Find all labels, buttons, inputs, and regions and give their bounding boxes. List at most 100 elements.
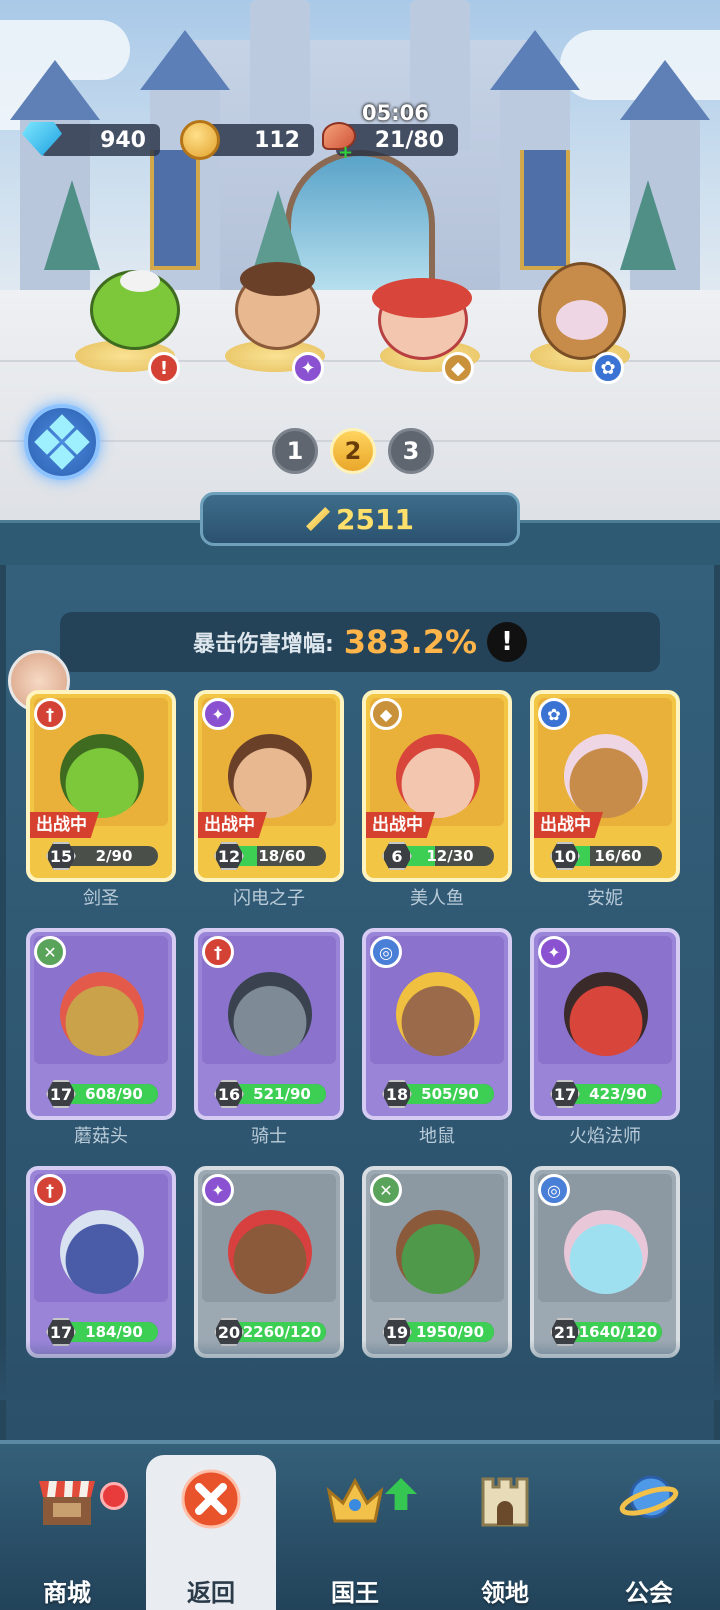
stamina-timer: 05:06 xyxy=(362,101,429,125)
hero-name: 剑圣 xyxy=(83,888,119,909)
shard-progress: 18/60 xyxy=(258,847,306,865)
level-progress: 16/60 10 xyxy=(550,842,662,870)
lineup-page-3[interactable]: 3 xyxy=(388,428,434,474)
level-progress: 505/90 18 xyxy=(382,1080,494,1108)
hero-card[interactable]: † 184/90 17 xyxy=(26,1166,176,1358)
skill-button[interactable] xyxy=(24,404,100,480)
paw-icon: ✿ xyxy=(538,698,570,730)
hero-name: 安妮 xyxy=(587,888,623,909)
stat-value: 383.2% xyxy=(343,623,478,661)
hero-card[interactable]: † 521/90 16 xyxy=(194,928,344,1120)
lineup-page-2[interactable]: 2 xyxy=(330,428,376,474)
sword-icon: † xyxy=(34,1174,66,1206)
sword-icon: † xyxy=(202,936,234,968)
level-progress: 608/90 17 xyxy=(46,1080,158,1108)
wing-class-icon: ◆ xyxy=(442,352,474,384)
nav-back[interactable]: 返回 xyxy=(146,1455,276,1610)
hero-portrait xyxy=(60,972,144,1056)
sword-icon: † xyxy=(34,698,66,730)
wand-class-icon: ✦ xyxy=(292,352,324,384)
level-progress: 423/90 17 xyxy=(550,1080,662,1108)
hero-name: 地鼠 xyxy=(419,1126,455,1147)
wand-icon: ✦ xyxy=(202,1174,234,1206)
wing-icon: ◆ xyxy=(370,698,402,730)
shard-progress: 2260/120 xyxy=(242,1323,322,1341)
shard-progress: 521/90 xyxy=(253,1085,311,1103)
hero-portrait xyxy=(396,734,480,818)
level-progress: 12/30 6 xyxy=(382,842,494,870)
lineup-page-1[interactable]: 1 xyxy=(272,428,318,474)
hero-card[interactable]: ✕ 1950/90 19 xyxy=(362,1166,512,1358)
plus-icon[interactable]: + xyxy=(338,144,353,162)
wand-icon: ✦ xyxy=(202,698,234,730)
stamina-count: 21/80 xyxy=(374,127,444,153)
hero-portrait xyxy=(396,972,480,1056)
shard-progress: 505/90 xyxy=(421,1085,479,1103)
level-progress: 521/90 16 xyxy=(214,1080,326,1108)
deployed-tag: 出战中 xyxy=(366,812,435,838)
hero-card[interactable]: ◆ 出战中 12/30 6 xyxy=(362,690,512,882)
nav-shop[interactable]: 商城 xyxy=(2,1455,132,1610)
deployed-tag: 出战中 xyxy=(30,812,99,838)
coin-count: 112 xyxy=(254,127,300,153)
nav-back-label: 返回 xyxy=(187,1579,235,1607)
shard-progress: 184/90 xyxy=(85,1323,143,1341)
nav-shop-label: 商城 xyxy=(43,1579,91,1607)
hero-card[interactable]: ✦ 2260/120 20 xyxy=(194,1166,344,1358)
hero-portrait xyxy=(564,734,648,818)
hero-name: 美人鱼 xyxy=(410,888,464,909)
coin-icon xyxy=(180,120,220,160)
shard-progress: 16/60 xyxy=(594,847,642,865)
swirl-icon: ◎ xyxy=(538,1174,570,1206)
hero-card[interactable]: ✦ 出战中 18/60 12 xyxy=(194,690,344,882)
sword-class-icon: ! xyxy=(148,352,180,384)
hero-card[interactable]: ✦ 423/90 17 xyxy=(530,928,680,1120)
castle-icon xyxy=(475,1469,535,1529)
shard-progress: 423/90 xyxy=(589,1085,647,1103)
hero-card[interactable]: ✿ 出战中 16/60 10 xyxy=(530,690,680,882)
nav-guild[interactable]: 公会 xyxy=(584,1455,714,1610)
stat-label: 暴击伤害增幅: xyxy=(192,632,334,657)
hero-portrait xyxy=(228,1210,312,1294)
power-value: 2511 xyxy=(336,502,414,536)
shard-progress: 608/90 xyxy=(85,1085,143,1103)
nav-guild-label: 公会 xyxy=(625,1579,673,1607)
hero-name: 蘑菇头 xyxy=(74,1126,128,1147)
hero-card[interactable]: ◎ 505/90 18 xyxy=(362,928,512,1120)
deployed-tag: 出战中 xyxy=(534,812,603,838)
close-icon xyxy=(181,1469,241,1529)
team-power: 2511 xyxy=(200,492,520,546)
shard-progress: 1640/120 xyxy=(578,1323,658,1341)
hero-card[interactable]: ✕ 608/90 17 xyxy=(26,928,176,1120)
level-progress: 2/90 15 xyxy=(46,842,158,870)
stat-bar: 暴击伤害增幅: 383.2% ! xyxy=(60,612,660,672)
bow-icon: ✕ xyxy=(370,1174,402,1206)
wand-icon: ✦ xyxy=(538,936,570,968)
nav-territory-label: 领地 xyxy=(481,1579,529,1607)
hero-portrait xyxy=(564,1210,648,1294)
hero-portrait xyxy=(396,1210,480,1294)
hero-name: 闪电之子 xyxy=(233,888,305,909)
hero-card[interactable]: ◎ 1640/120 21 xyxy=(530,1166,680,1358)
sword-icon xyxy=(306,507,331,531)
info-button[interactable]: ! xyxy=(487,622,528,662)
hero-portrait xyxy=(564,972,648,1056)
nav-king[interactable]: 国王 xyxy=(290,1455,420,1610)
nav-king-label: 国王 xyxy=(331,1579,379,1607)
gem-count: 940 xyxy=(100,127,146,153)
swirl-icon: ◎ xyxy=(370,936,402,968)
level-progress: 18/60 12 xyxy=(214,842,326,870)
hero-portrait xyxy=(228,734,312,818)
hero-portrait xyxy=(60,734,144,818)
shard-progress: 12/30 xyxy=(426,847,474,865)
hero-portrait xyxy=(228,972,312,1056)
bow-icon: ✕ xyxy=(34,936,66,968)
notification-badge xyxy=(100,1482,128,1510)
nav-territory[interactable]: 领地 xyxy=(440,1455,570,1610)
shard-progress: 2/90 xyxy=(95,847,133,865)
shop-icon xyxy=(37,1469,97,1529)
hero-card[interactable]: † 出战中 2/90 15 xyxy=(26,690,176,882)
hero-name: 骑士 xyxy=(251,1126,287,1147)
planet-icon xyxy=(619,1469,679,1529)
crown-icon xyxy=(325,1469,385,1529)
